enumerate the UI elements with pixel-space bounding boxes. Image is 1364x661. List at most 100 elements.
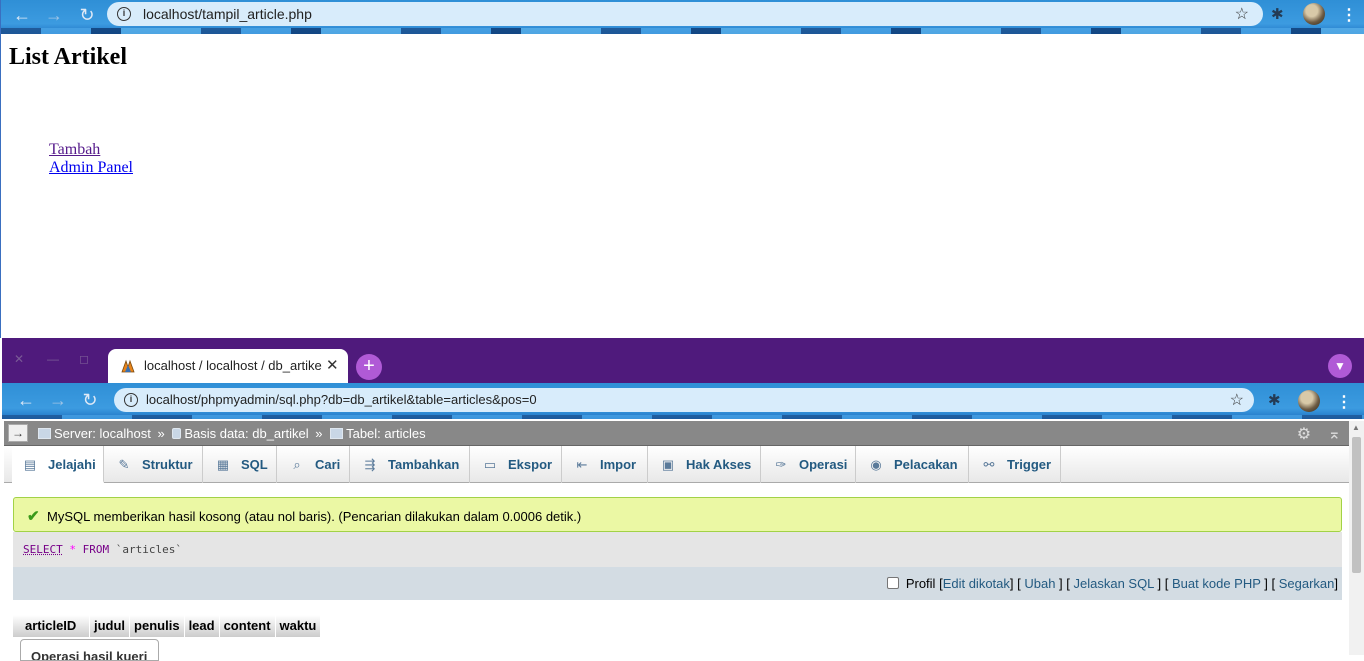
- topbar-icons: ⚙ ⌅: [1297, 424, 1341, 444]
- query-results-operations-button[interactable]: Operasi hasil kueri: [20, 639, 159, 661]
- collapse-top-icon[interactable]: ⌅: [1328, 426, 1341, 443]
- search-icon: ⌕: [293, 457, 301, 472]
- checkmark-icon: ✔: [27, 508, 40, 525]
- tab-operations[interactable]: ✑ Operasi: [761, 446, 856, 483]
- reload-icon[interactable]: ↻: [75, 4, 99, 26]
- link-list: Tambah Admin Panel: [49, 141, 133, 177]
- browser-toolbar: ← → ↻ i localhost/phpmyadmin/sql.php?db=…: [2, 383, 1364, 419]
- tab-strip: ✕ — ◻ localhost / localhost / db_artikel…: [2, 338, 1364, 383]
- column-header[interactable]: judul: [90, 615, 130, 637]
- tab-insert[interactable]: ⇶ Tambahkan: [350, 446, 470, 483]
- breadcrumb-table[interactable]: Tabel: articles: [346, 426, 425, 441]
- tab-label: Impor: [600, 457, 637, 472]
- window-close-icon[interactable]: ✕: [14, 352, 24, 366]
- sql-table-name: `articles`: [115, 543, 182, 556]
- add-article-link[interactable]: Tambah: [49, 141, 100, 158]
- notice-message: MySQL memberikan hasil kosong (atau nol …: [47, 509, 582, 524]
- bookmark-star-icon[interactable]: ☆: [1235, 4, 1249, 24]
- tab-label: Operasi: [799, 457, 848, 472]
- column-header[interactable]: content: [219, 615, 275, 637]
- tab-tracking[interactable]: ◉ Pelacakan: [856, 446, 969, 483]
- trigger-icon: ⚯: [983, 457, 995, 472]
- scroll-up-icon[interactable]: ▲: [1352, 423, 1360, 432]
- export-icon: ▭: [483, 457, 497, 472]
- extensions-puzzle-icon[interactable]: ✱: [1268, 391, 1281, 409]
- breadcrumb: Server: localhost » Basis data: db_artik…: [38, 426, 426, 441]
- create-php-code-link[interactable]: Buat kode PHP: [1172, 576, 1261, 591]
- column-header[interactable]: penulis: [130, 615, 184, 637]
- navigation-toggle-icon[interactable]: →: [8, 424, 28, 442]
- column-header[interactable]: waktu: [275, 615, 321, 637]
- query-links-bar: Profil [Edit dikotak] [ Ubah ] [ Jelaska…: [13, 567, 1342, 600]
- browser-menu-icon[interactable]: ⋮: [1336, 392, 1352, 412]
- tab-browse[interactable]: ▤ Jelajahi: [12, 446, 104, 483]
- privileges-icon: ▣: [661, 457, 675, 472]
- new-tab-button[interactable]: +: [356, 354, 382, 380]
- query-links: Profil [Edit dikotak] [ Ubah ] [ Jelaska…: [886, 576, 1338, 591]
- settings-gear-icon[interactable]: ⚙: [1297, 426, 1311, 443]
- tab-structure[interactable]: ✎ Struktur: [104, 446, 203, 483]
- tab-sql[interactable]: ▦ SQL: [203, 446, 277, 483]
- structure-icon: ✎: [118, 457, 130, 472]
- back-icon[interactable]: ←: [10, 4, 34, 26]
- reload-icon[interactable]: ↻: [78, 389, 102, 411]
- tab-label: Ekspor: [508, 457, 553, 472]
- edit-inline-link[interactable]: Edit dikotak: [943, 576, 1010, 591]
- scrollbar-thumb[interactable]: [1352, 437, 1361, 573]
- wrench-icon: ✑: [775, 457, 787, 472]
- tab-phpmyadmin[interactable]: localhost / localhost / db_artikel ✕: [108, 349, 348, 383]
- profiling-label: Profil: [905, 576, 936, 591]
- browser-window-phpmyadmin: ✕ — ◻ localhost / localhost / db_artikel…: [2, 338, 1364, 661]
- sql-keyword-from: FROM: [82, 543, 110, 556]
- pma-topbar: → Server: localhost » Basis data: db_art…: [4, 421, 1349, 446]
- tab-label: Trigger: [1007, 457, 1052, 472]
- back-icon[interactable]: ←: [14, 389, 38, 411]
- tab-label: Jelajahi: [48, 457, 96, 472]
- vertical-scrollbar[interactable]: ▲: [1349, 421, 1364, 655]
- tab-privileges[interactable]: ▣ Hak Akses: [648, 446, 761, 483]
- list-item: Admin Panel: [49, 159, 133, 177]
- bookmark-star-icon[interactable]: ☆: [1230, 390, 1244, 410]
- tab-export[interactable]: ▭ Ekspor: [470, 446, 562, 483]
- browser-window-article-list: ← → ↻ i localhost/tampil_article.php ☆ ✱…: [0, 0, 1364, 338]
- tab-label: Hak Akses: [686, 457, 752, 472]
- server-icon: [38, 428, 51, 439]
- profile-avatar[interactable]: [1303, 3, 1325, 25]
- admin-panel-link[interactable]: Admin Panel: [49, 159, 133, 176]
- edit-query-link[interactable]: Ubah: [1024, 576, 1055, 591]
- column-header[interactable]: articleID: [13, 615, 89, 637]
- sql-keyword-select[interactable]: SELECT: [23, 543, 63, 556]
- extensions-puzzle-icon[interactable]: ✱: [1271, 5, 1284, 23]
- phpmyadmin-favicon-icon: [121, 359, 135, 373]
- sql-query-box: SELECT * FROM `articles`: [13, 532, 1342, 567]
- result-column-headers: articleID judul penulis lead content waktu: [13, 615, 321, 637]
- column-header[interactable]: lead: [184, 615, 219, 637]
- tab-import[interactable]: ⇤ Impor: [562, 446, 648, 483]
- browser-menu-icon[interactable]: ⋮: [1341, 5, 1357, 25]
- breadcrumb-database[interactable]: Basis data: db_artikel: [184, 426, 308, 441]
- forward-icon[interactable]: →: [42, 4, 66, 26]
- breadcrumb-separator: »: [157, 426, 165, 441]
- profile-avatar[interactable]: [1298, 390, 1320, 412]
- forward-icon[interactable]: →: [46, 389, 70, 411]
- window-maximize-icon[interactable]: ◻: [79, 352, 89, 366]
- explain-sql-link[interactable]: Jelaskan SQL: [1073, 576, 1153, 591]
- insert-icon: ⇶: [364, 457, 376, 472]
- tab-label: SQL: [241, 457, 268, 472]
- site-info-icon[interactable]: i: [117, 7, 131, 21]
- page-title: List Artikel: [9, 44, 127, 70]
- address-bar[interactable]: i localhost/tampil_article.php ☆: [107, 2, 1263, 26]
- tab-close-icon[interactable]: ✕: [326, 356, 339, 374]
- sql-query: SELECT * FROM `articles`: [23, 543, 182, 556]
- import-icon: ⇤: [576, 457, 588, 472]
- window-minimize-icon[interactable]: —: [47, 352, 59, 366]
- refresh-link[interactable]: Segarkan: [1279, 576, 1335, 591]
- tab-search[interactable]: ⌕ Cari: [277, 446, 350, 483]
- browser-toolbar: ← → ↻ i localhost/tampil_article.php ☆ ✱…: [1, 0, 1364, 34]
- profiling-checkbox[interactable]: [886, 577, 899, 589]
- breadcrumb-server[interactable]: Server: localhost: [54, 426, 151, 441]
- tab-triggers[interactable]: ⚯ Trigger: [969, 446, 1061, 483]
- tab-search-icon[interactable]: ▼: [1328, 354, 1352, 378]
- site-info-icon[interactable]: i: [124, 393, 138, 407]
- address-bar[interactable]: i localhost/phpmyadmin/sql.php?db=db_art…: [114, 388, 1254, 412]
